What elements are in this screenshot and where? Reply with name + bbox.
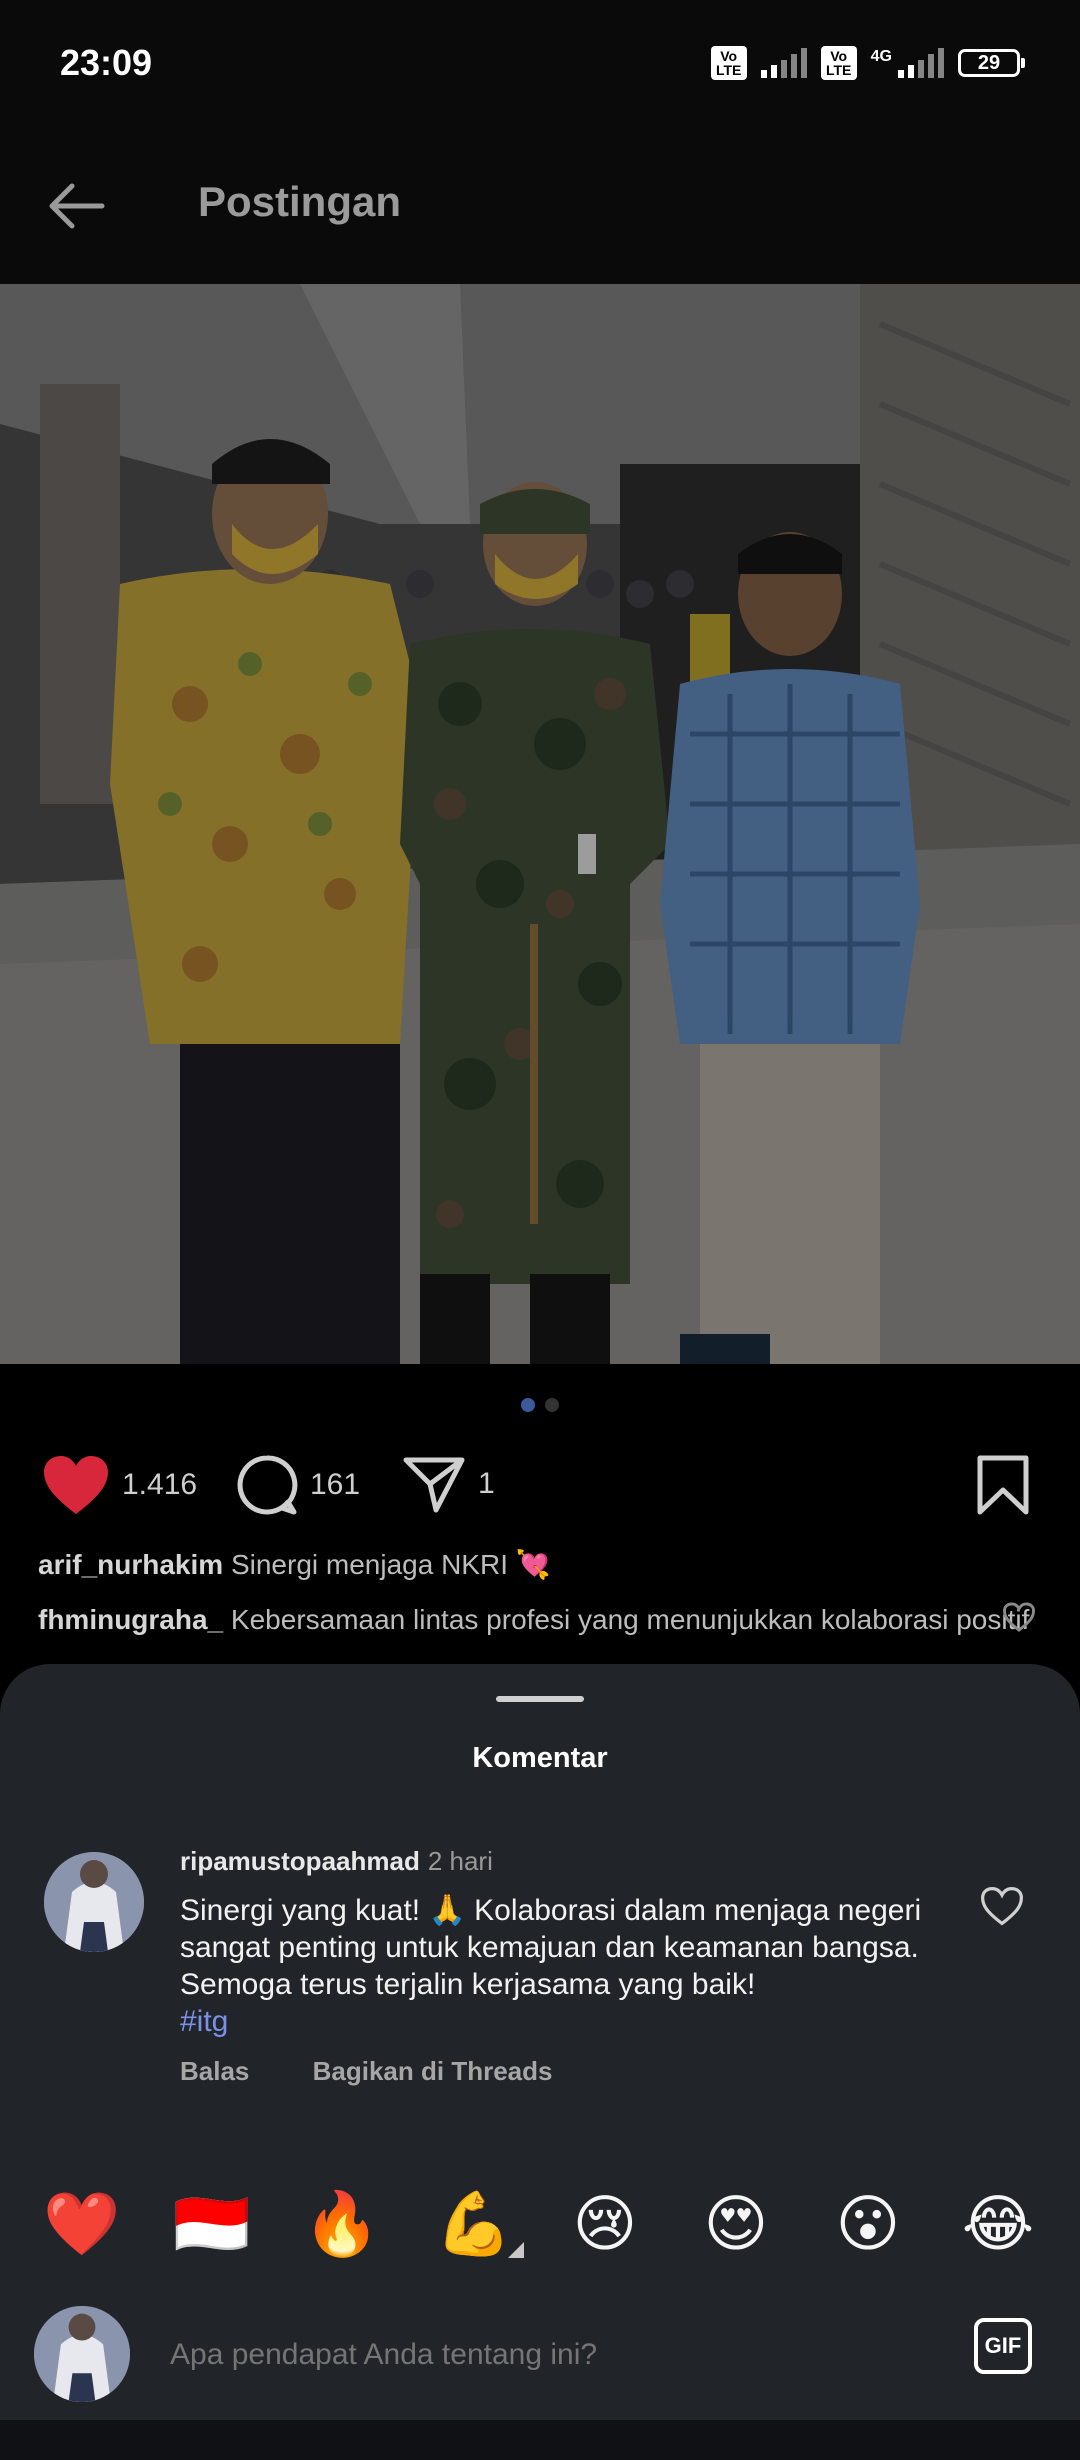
heart-outline-icon[interactable] bbox=[980, 1886, 1024, 1926]
send-icon bbox=[403, 1457, 465, 1513]
comment-count: 161 bbox=[310, 1468, 361, 1501]
comment-author[interactable]: ripamustopaahmad 2 hari bbox=[180, 1846, 493, 1877]
preview-comment-text: Kebersamaan lintas profesi yang menunjuk… bbox=[230, 1604, 1030, 1635]
drag-handle[interactable] bbox=[496, 1696, 584, 1702]
comment-button[interactable]: 161 bbox=[236, 1454, 360, 1516]
arrow-left-icon[interactable] bbox=[44, 174, 108, 238]
share-count: 1 bbox=[478, 1467, 495, 1500]
heart-filled-icon bbox=[44, 1456, 108, 1514]
status-icons: Vo LTE Vo LTE 4G 29 bbox=[710, 46, 1025, 80]
comment-time: 2 hari bbox=[427, 1846, 493, 1876]
comment-actions: Balas Bagikan di Threads bbox=[180, 2056, 608, 2087]
comment-bubble-icon bbox=[237, 1455, 298, 1515]
page-title: Postingan bbox=[198, 178, 402, 225]
battery-icon: 29 bbox=[958, 49, 1025, 77]
navigation-bar bbox=[0, 2420, 1080, 2460]
comment-input[interactable] bbox=[170, 2338, 930, 2372]
emoji-indonesia-flag[interactable]: 🇮🇩 bbox=[172, 2184, 252, 2264]
comment-text: Sinergi yang kuat! 🙏 Kolaborasi dalam me… bbox=[180, 1894, 922, 2001]
gif-button[interactable]: GIF bbox=[974, 2318, 1032, 2374]
status-time: 23:09 bbox=[60, 42, 153, 83]
like-count: 1.416 bbox=[122, 1468, 198, 1501]
signal-icon bbox=[898, 48, 944, 78]
emoji-crying-face[interactable]: 😢 bbox=[565, 2184, 645, 2264]
comment-hashtag[interactable]: #itg bbox=[180, 2005, 228, 2038]
emoji-flexed-biceps[interactable]: 💪 bbox=[434, 2184, 514, 2264]
quick-reaction-bar: ❤️ 🇮🇩 🔥 💪 😢 😍 😮 😂 bbox=[0, 2184, 1080, 2274]
sheet-title: Komentar bbox=[472, 1742, 608, 1774]
reply-button[interactable]: Balas bbox=[180, 2056, 249, 2086]
avatar[interactable] bbox=[44, 1852, 144, 1952]
post-actions: 1.416 161 1 bbox=[0, 1440, 1080, 1530]
skin-tone-indicator-icon bbox=[508, 2242, 524, 2258]
share-threads-button[interactable]: Bagikan di Threads bbox=[313, 2056, 553, 2086]
emoji-tears-of-joy[interactable]: 😂 bbox=[958, 2184, 1038, 2264]
volte-icon: Vo LTE bbox=[710, 46, 747, 80]
preview-comment: fhminugraha_ Kebersamaan lintas profesi … bbox=[38, 1604, 1029, 1636]
carousel-dot-active bbox=[521, 1398, 535, 1412]
comment-composer: GIF bbox=[0, 2284, 1080, 2424]
comment-body: Sinergi yang kuat! 🙏 Kolaborasi dalam me… bbox=[180, 1892, 940, 2040]
heart-outline-icon[interactable] bbox=[1002, 1602, 1036, 1632]
emoji-open-mouth[interactable]: 😮 bbox=[828, 2184, 908, 2264]
comments-sheet: Komentar ripamustopaahmad 2 hari Sinergi … bbox=[0, 1664, 1080, 2460]
carousel-indicator bbox=[0, 1398, 1080, 1412]
like-button[interactable]: 1.416 bbox=[42, 1454, 197, 1516]
caption-username[interactable]: arif_nurhakim bbox=[38, 1549, 223, 1580]
avatar bbox=[34, 2306, 130, 2402]
comment-username[interactable]: ripamustopaahmad bbox=[180, 1846, 420, 1876]
status-bar: 23:09 Vo LTE Vo LTE 4G 29 bbox=[0, 0, 1080, 130]
carousel-dot bbox=[545, 1398, 559, 1412]
emoji-fire[interactable]: 🔥 bbox=[302, 2184, 382, 2264]
caption-text: Sinergi menjaga NKRI 💘 bbox=[230, 1549, 551, 1580]
network-4g-label: 4G bbox=[870, 48, 892, 65]
preview-comment-username[interactable]: fhminugraha_ bbox=[38, 1604, 223, 1635]
post-photo[interactable] bbox=[0, 284, 1080, 1364]
emoji-heart-eyes[interactable]: 😍 bbox=[696, 2184, 776, 2264]
top-app-bar: Postingan bbox=[0, 130, 1080, 284]
post-caption: arif_nurhakim Sinergi menjaga NKRI 💘 bbox=[38, 1548, 551, 1581]
emoji-red-heart[interactable]: ❤️ bbox=[42, 2184, 122, 2264]
volte-icon: Vo LTE bbox=[820, 46, 857, 80]
bookmark-icon[interactable] bbox=[976, 1454, 1030, 1516]
signal-icon bbox=[760, 48, 807, 78]
share-button[interactable]: 1 bbox=[402, 1454, 495, 1514]
